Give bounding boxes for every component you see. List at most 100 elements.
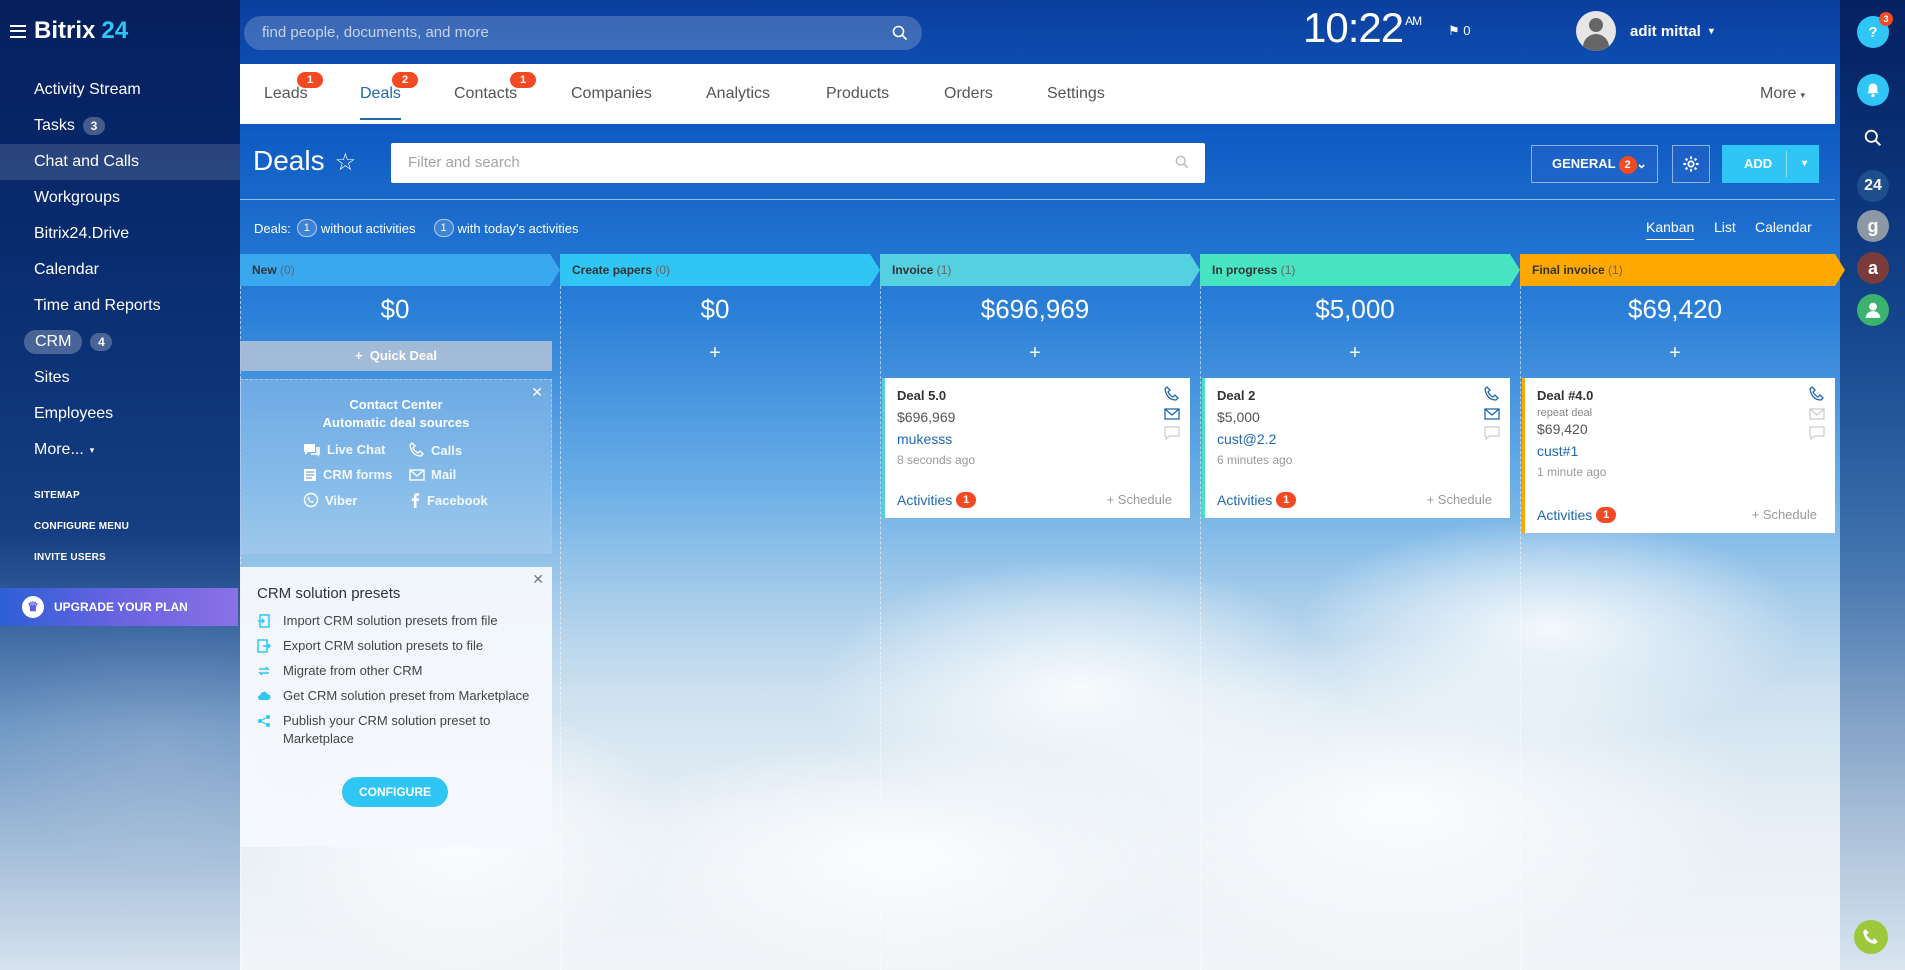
tab-orders[interactable]: Orders	[944, 64, 993, 124]
deal-card[interactable]: Deal 2 $5,000 cust@2.2 6 minutes ago Act…	[1202, 378, 1510, 518]
column-header[interactable]: New (0)	[240, 254, 560, 286]
deal-contact[interactable]: cust#1	[1537, 443, 1823, 459]
source-facebook[interactable]: Facebook	[409, 492, 488, 508]
add-deal-plus[interactable]: +	[880, 342, 1190, 365]
configure-menu-link[interactable]: CONFIGURE MENU	[34, 521, 129, 532]
contact-avatar[interactable]	[1857, 294, 1889, 326]
preset-migrate-link[interactable]: Migrate from other CRM	[257, 662, 535, 680]
sidebar-item-time-and-reports[interactable]: Time and Reports	[0, 288, 240, 324]
menu-icon[interactable]	[10, 24, 26, 38]
invite-users-link[interactable]: INVITE USERS	[34, 552, 106, 563]
configure-button[interactable]: CONFIGURE	[342, 777, 448, 807]
add-deal-plus[interactable]: +	[1520, 342, 1830, 365]
flag-counter[interactable]: ⚑ 0	[1448, 23, 1471, 39]
clock[interactable]: 10:22 AM	[1303, 4, 1422, 52]
settings-button[interactable]	[1672, 145, 1710, 183]
schedule-button[interactable]: + Schedule	[1107, 492, 1172, 507]
add-deal-plus[interactable]: +	[560, 342, 870, 365]
column-header[interactable]: Create papers (0)	[560, 254, 880, 286]
source-live-chat[interactable]: Live Chat	[303, 442, 386, 457]
sidebar-item-sites[interactable]: Sites	[0, 360, 240, 396]
tab-leads[interactable]: Leads 1	[264, 64, 323, 124]
deal-contact[interactable]: cust@2.2	[1217, 431, 1498, 447]
sidebar-item-drive[interactable]: Bitrix24.Drive	[0, 216, 240, 252]
tab-analytics[interactable]: Analytics	[706, 64, 770, 124]
user-menu[interactable]: adit mittal ▾	[1576, 11, 1714, 51]
sidebar-item-employees[interactable]: Employees	[0, 396, 240, 432]
deal-title[interactable]: Deal #4.0	[1537, 388, 1823, 403]
deal-activities[interactable]: Activities 1	[897, 492, 977, 508]
deal-title[interactable]: Deal 2	[1217, 388, 1498, 403]
preset-publish-link[interactable]: Publish your CRM solution preset to Mark…	[257, 712, 535, 748]
preset-export-link[interactable]: Export CRM solution presets to file	[257, 637, 535, 655]
close-icon[interactable]: ✕	[532, 571, 544, 588]
call-button[interactable]	[1854, 920, 1888, 954]
source-crm-forms[interactable]: CRM forms	[303, 467, 392, 482]
sidebar-item-more[interactable]: More... ▾	[0, 432, 240, 468]
view-calendar[interactable]: Calendar	[1755, 219, 1812, 235]
column-header[interactable]: In progress (1)	[1200, 254, 1520, 286]
sidebar-item-activity-stream[interactable]: Activity Stream	[0, 72, 240, 108]
preset-import-link[interactable]: Import CRM solution presets from file	[257, 612, 535, 630]
comment-icon[interactable]	[1164, 426, 1180, 440]
mail-icon[interactable]	[1484, 408, 1500, 420]
column-header[interactable]: Invoice (1)	[880, 254, 1200, 286]
tab-deals[interactable]: Deals 2	[360, 64, 418, 124]
tab-more[interactable]: More ▾	[1760, 64, 1805, 124]
sidebar-item-chat-and-calls[interactable]: Chat and Calls	[0, 144, 240, 180]
sidebar-item-workgroups[interactable]: Workgroups	[0, 180, 240, 216]
preset-marketplace-link[interactable]: Get CRM solution preset from Marketplace	[257, 687, 535, 705]
notifications-button[interactable]	[1857, 74, 1889, 106]
deal-card[interactable]: Deal #4.0 repeat deal $69,420 cust#1 1 m…	[1522, 378, 1835, 533]
help-button[interactable]: ? 3	[1857, 12, 1893, 48]
sitemap-link[interactable]: SITEMAP	[34, 490, 80, 501]
column-header[interactable]: Final invoice (1)	[1520, 254, 1845, 286]
tab-contacts[interactable]: Contacts 1	[454, 64, 536, 124]
chevron-down-icon[interactable]: ▾	[1802, 145, 1807, 183]
schedule-button[interactable]: + Schedule	[1427, 492, 1492, 507]
view-list[interactable]: List	[1714, 219, 1736, 235]
quick-deal-button[interactable]: + Quick Deal	[240, 341, 552, 371]
tab-companies[interactable]: Companies	[571, 64, 652, 124]
without-activities-link[interactable]: without activities	[321, 221, 416, 236]
view-kanban[interactable]: Kanban	[1646, 219, 1695, 240]
viber-icon	[303, 492, 319, 508]
add-deal-plus[interactable]: +	[1200, 342, 1510, 365]
deal-title[interactable]: Deal 5.0	[897, 388, 1178, 403]
star-icon[interactable]: ☆	[335, 149, 357, 176]
source-calls[interactable]: Calls	[409, 442, 462, 458]
global-search-input[interactable]: find people, documents, and more	[244, 16, 922, 50]
general-pipeline-button[interactable]: GENERAL 2 ⌄	[1531, 145, 1658, 183]
upgrade-plan-button[interactable]: ♛ UPGRADE YOUR PLAN	[0, 588, 238, 626]
deal-subtitle: repeat deal	[1537, 407, 1593, 419]
sidebar-item-crm[interactable]: CRM 4	[0, 324, 240, 360]
phone-icon[interactable]	[1809, 386, 1825, 402]
comment-icon[interactable]	[1484, 426, 1500, 440]
mail-icon[interactable]	[1809, 408, 1825, 420]
contact-g[interactable]: g	[1857, 210, 1889, 242]
source-mail[interactable]: Mail	[409, 467, 456, 482]
sidebar-item-tasks[interactable]: Tasks 3	[0, 108, 240, 144]
today-activities-link[interactable]: with today's activities	[458, 221, 579, 236]
mail-icon[interactable]	[1164, 408, 1180, 420]
deal-activities[interactable]: Activities 1	[1217, 492, 1297, 508]
close-icon[interactable]: ✕	[531, 384, 543, 401]
app-logo[interactable]: Bitrix 24	[10, 17, 128, 45]
phone-icon[interactable]	[1164, 386, 1180, 402]
sidebar-item-calendar[interactable]: Calendar	[0, 252, 240, 288]
deal-activities[interactable]: Activities 1	[1537, 507, 1617, 523]
deal-card[interactable]: Deal 5.0 $696,969 mukesss 8 seconds ago …	[882, 378, 1190, 518]
tab-products[interactable]: Products	[826, 64, 889, 124]
search-button[interactable]	[1857, 122, 1889, 154]
comment-icon[interactable]	[1809, 426, 1825, 440]
deal-contact[interactable]: mukesss	[897, 431, 1178, 447]
tab-settings[interactable]: Settings	[1047, 64, 1105, 124]
phone-icon[interactable]	[1484, 386, 1500, 402]
schedule-button[interactable]: + Schedule	[1752, 507, 1817, 522]
bitrix24-counter[interactable]: 24	[1857, 170, 1889, 202]
crm-presets-panel: ✕ CRM solution presets Import CRM soluti…	[240, 567, 552, 847]
source-viber[interactable]: Viber	[303, 492, 357, 508]
filter-search-input[interactable]: Filter and search	[391, 143, 1205, 183]
contact-a[interactable]: a	[1857, 252, 1889, 284]
add-deal-button[interactable]: ADD ▾	[1722, 145, 1819, 183]
